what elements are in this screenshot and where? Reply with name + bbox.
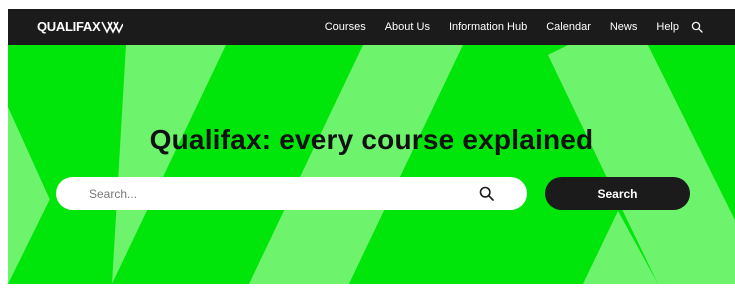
nav-news[interactable]: News — [610, 9, 638, 45]
top-navbar: QUALIFAX Courses About Us Information Hu… — [8, 9, 735, 45]
nav-about-us[interactable]: About Us — [385, 9, 430, 45]
hero-banner: Qualifax: every course explained Search — [8, 45, 735, 284]
hero-background-pattern — [8, 45, 735, 284]
search-input[interactable] — [56, 177, 489, 210]
nav-help[interactable]: Help — [656, 9, 679, 45]
search-box — [56, 177, 527, 210]
nav-calendar[interactable]: Calendar — [546, 9, 591, 45]
main-nav: Courses About Us Information Hub Calenda… — [306, 9, 703, 45]
logo-text: QUALIFAX — [37, 19, 101, 34]
search-button[interactable]: Search — [545, 177, 690, 210]
page: QUALIFAX Courses About Us Information Hu… — [8, 9, 735, 284]
nav-courses[interactable]: Courses — [325, 9, 366, 45]
search-icon[interactable] — [479, 186, 494, 201]
nav-information-hub[interactable]: Information Hub — [449, 9, 527, 45]
logo-mark-icon — [101, 21, 124, 34]
hero-title: Qualifax: every course explained — [149, 124, 594, 155]
qualifax-logo[interactable]: QUALIFAX — [37, 19, 124, 35]
nav-search-icon[interactable] — [691, 21, 703, 33]
